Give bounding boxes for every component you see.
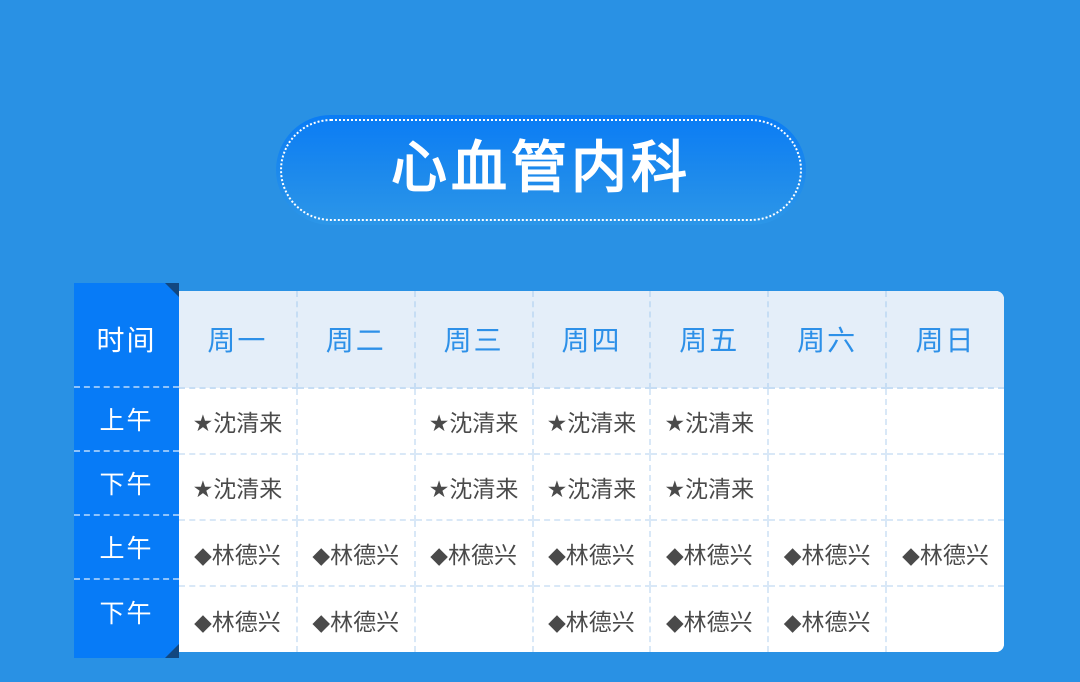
cell-r2-thu[interactable]: ◆林德兴 (532, 520, 652, 587)
row-label-2: 上午 (74, 516, 179, 580)
cell-text: ◆林德兴 (665, 543, 753, 569)
row-label-3: 下午 (99, 599, 154, 628)
cell-r3-mon[interactable]: ◆林德兴 (179, 586, 298, 652)
cell-r3-thu[interactable]: ◆林德兴 (532, 586, 652, 652)
cell-text: ◆林德兴 (548, 543, 635, 569)
day-header-sat: 周六 (768, 291, 888, 389)
table-row: ★沈清来 ★沈清来 ★沈清来 ★沈清来 (179, 454, 1004, 521)
table-header-row: 周一 周二 周三 周四 周五 周六 周日 (179, 291, 1004, 389)
cell-text: ◆林德兴 (312, 609, 400, 636)
cell-text: ★沈清来 (664, 477, 755, 503)
time-column-ribbon: 时间 上午 下午 上午 下午 (74, 283, 179, 658)
cell-r2-sun[interactable]: ◆林德兴 (886, 520, 1004, 587)
cell-r2-tue[interactable]: ◆林德兴 (296, 520, 416, 587)
cell-text: ★沈清来 (428, 411, 519, 437)
schedule-grid-panel: 周一 周二 周三 周四 周五 周六 周日 ★沈清来 ★沈清来 ★沈清来 ★沈清来… (179, 291, 1004, 652)
cell-r0-thu[interactable]: ★沈清来 (532, 388, 652, 455)
cell-text: ◆林德兴 (783, 609, 871, 636)
schedule-grid: 周一 周二 周三 周四 周五 周六 周日 ★沈清来 ★沈清来 ★沈清来 ★沈清来… (179, 291, 1004, 652)
schedule-table: 时间 上午 下午 上午 下午 周一 周二 周三 周四 周五 周六 周日 ★沈清来… (74, 283, 1004, 658)
cell-r2-fri[interactable]: ◆林德兴 (650, 520, 770, 587)
day-header-fri: 周五 (650, 291, 770, 389)
cell-r0-sat[interactable] (768, 388, 888, 455)
day-header-sun: 周日 (886, 291, 1004, 389)
table-row: ◆林德兴 ◆林德兴 ◆林德兴 ◆林德兴 ◆林德兴 ◆林德兴 ◆林德兴 (179, 520, 1004, 587)
cell-r1-tue[interactable] (296, 454, 416, 521)
cell-text: ◆林德兴 (548, 609, 635, 636)
cell-text: ◆林德兴 (194, 543, 281, 569)
time-column-header: 时间 (74, 291, 179, 388)
cell-r2-sat[interactable]: ◆林德兴 (768, 520, 888, 587)
cell-r3-sat[interactable]: ◆林德兴 (768, 586, 888, 652)
table-row: ◆林德兴 ◆林德兴 ◆林德兴 ◆林德兴 ◆林德兴 (179, 586, 1004, 652)
cell-r1-sun[interactable] (886, 454, 1004, 521)
row-label-1: 下午 (74, 452, 179, 516)
cell-text: ★沈清来 (546, 411, 637, 437)
day-header-wed: 周三 (414, 291, 534, 389)
cell-text: ★沈清来 (192, 411, 283, 437)
cell-text: ◆林德兴 (902, 543, 989, 569)
cell-text: ◆林德兴 (783, 543, 871, 569)
page-title: 心血管内科 (391, 135, 691, 201)
day-header-thu: 周四 (532, 291, 652, 389)
cell-text: ★沈清来 (192, 477, 283, 503)
cell-text: ◆林德兴 (430, 543, 517, 569)
cell-text: ◆林德兴 (665, 609, 753, 636)
cell-r1-mon[interactable]: ★沈清来 (179, 454, 298, 521)
cell-text: ★沈清来 (546, 477, 637, 503)
cell-r2-wed[interactable]: ◆林德兴 (414, 520, 534, 587)
cell-r0-sun[interactable] (886, 388, 1004, 455)
row-label-0: 上午 (74, 388, 179, 452)
cell-r2-mon[interactable]: ◆林德兴 (179, 520, 298, 587)
table-row: ★沈清来 ★沈清来 ★沈清来 ★沈清来 (179, 388, 1004, 455)
cell-r1-thu[interactable]: ★沈清来 (532, 454, 652, 521)
cell-text: ◆林德兴 (312, 543, 400, 569)
cell-r1-sat[interactable] (768, 454, 888, 521)
cell-r3-wed[interactable] (414, 586, 534, 652)
schedule-poster: 心血管内科 时间 上午 下午 上午 下午 周一 周二 周三 周四 周五 周六 周… (0, 0, 1080, 682)
day-header-tue: 周二 (296, 291, 416, 389)
time-column-cells: 时间 上午 下午 上午 下午 (74, 291, 179, 652)
cell-r3-sun[interactable] (886, 586, 1004, 652)
cell-r3-tue[interactable]: ◆林德兴 (296, 586, 416, 652)
cell-r1-wed[interactable]: ★沈清来 (414, 454, 534, 521)
department-title-badge: 心血管内科 (276, 115, 806, 225)
cell-r1-fri[interactable]: ★沈清来 (650, 454, 770, 521)
day-header-mon: 周一 (179, 291, 298, 389)
cell-r0-wed[interactable]: ★沈清来 (414, 388, 534, 455)
cell-text: ◆林德兴 (194, 609, 281, 636)
cell-r3-fri[interactable]: ◆林德兴 (650, 586, 770, 652)
cell-r0-mon[interactable]: ★沈清来 (179, 388, 298, 455)
cell-r0-tue[interactable] (296, 388, 416, 455)
cell-text: ★沈清来 (664, 411, 755, 437)
cell-r0-fri[interactable]: ★沈清来 (650, 388, 770, 455)
cell-text: ★沈清来 (428, 477, 519, 503)
